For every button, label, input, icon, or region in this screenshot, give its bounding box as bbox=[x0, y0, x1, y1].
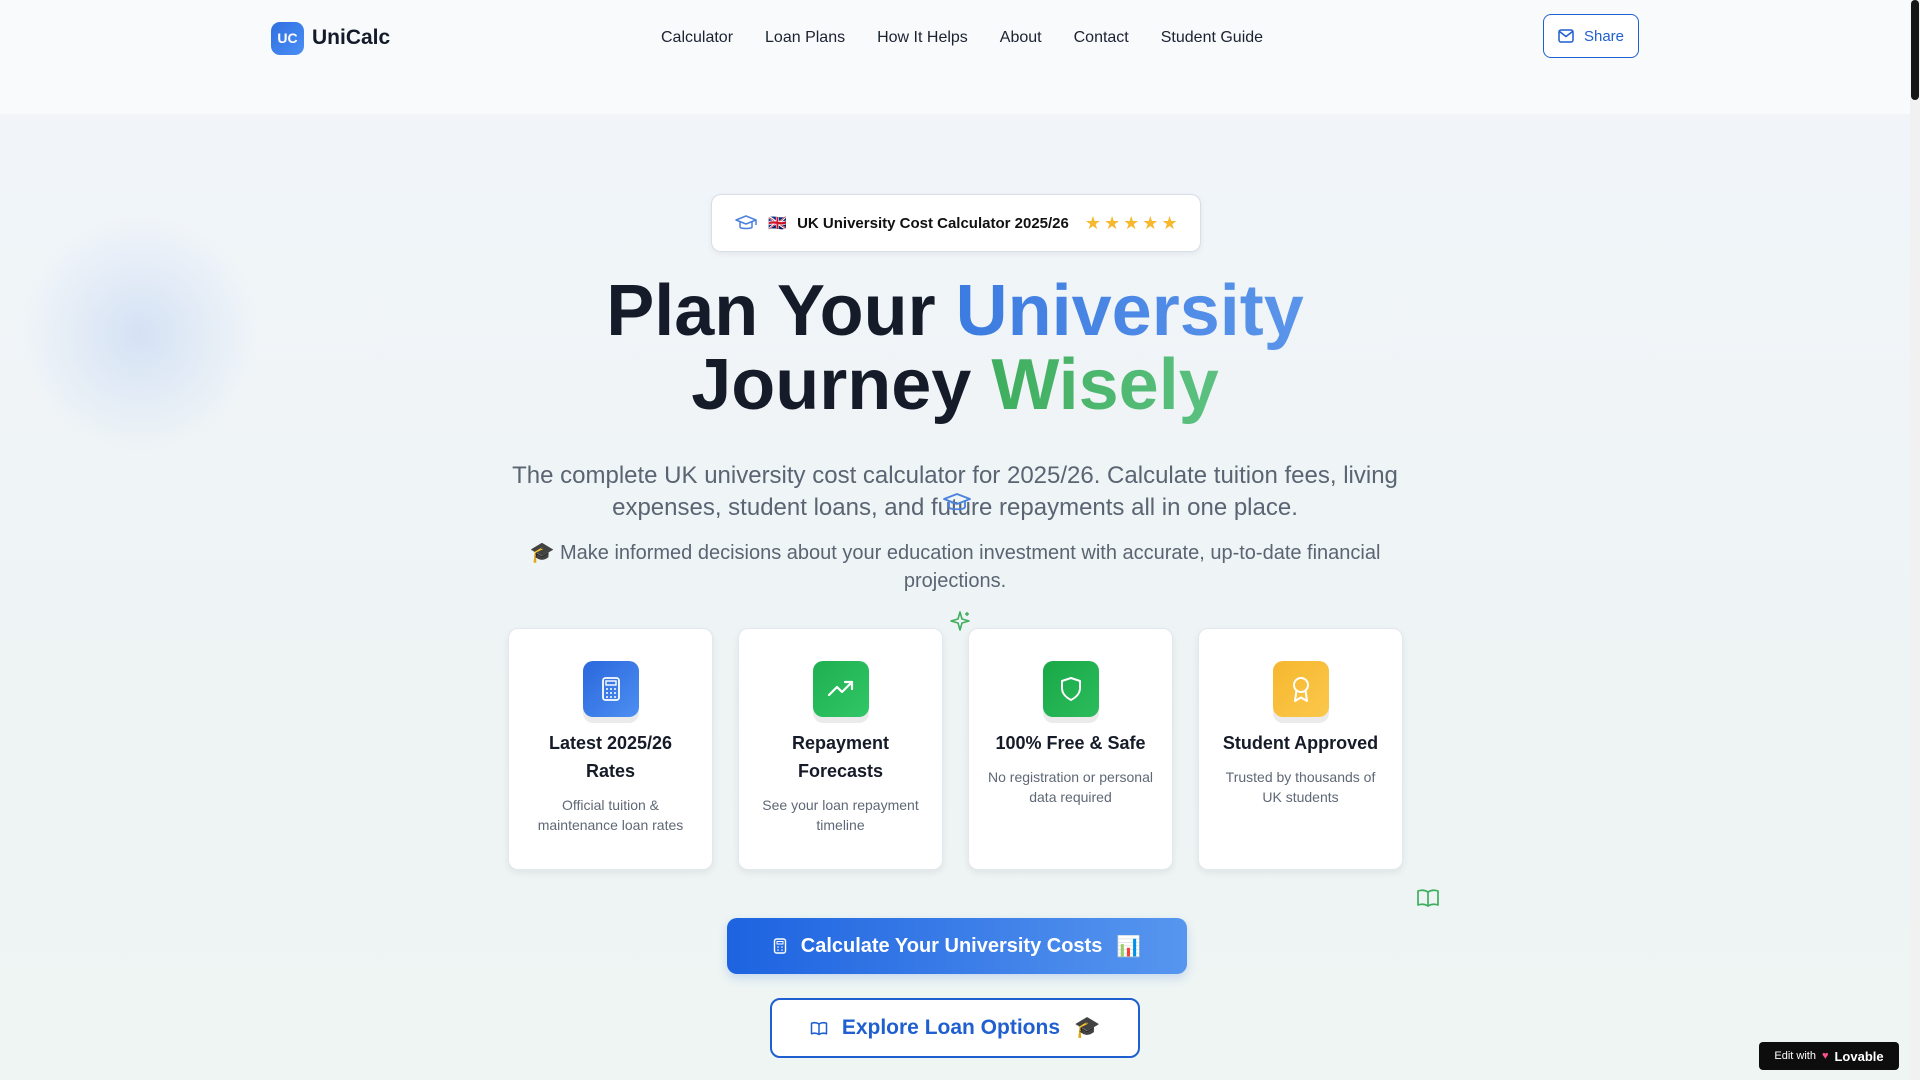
card-title: Latest 2025/26 Rates bbox=[548, 733, 673, 781]
card-description: Official tuition & maintenance loan rate… bbox=[537, 797, 684, 833]
feature-cards: Latest 2025/26 Rates Official tuition & … bbox=[508, 628, 1403, 870]
star-icon: ★ bbox=[1142, 213, 1159, 233]
feature-card-free-safe: 100% Free & Safe No registration or pers… bbox=[968, 628, 1173, 870]
explore-loan-options-label: Explore Loan Options bbox=[841, 1016, 1061, 1039]
page-title: Plan Your University Journey Wisely bbox=[460, 274, 1450, 422]
nav-about[interactable]: About bbox=[1000, 29, 1042, 47]
graduation-cap-icon bbox=[735, 215, 758, 230]
headline-highlight-wisely: Wisely bbox=[991, 345, 1219, 425]
edit-with-lovable-badge[interactable]: Edit with ♥ Lovable bbox=[1759, 1042, 1899, 1070]
graduation-cap-emoji-icon: 🎓 bbox=[1074, 1016, 1101, 1039]
hero-section: 🇬🇧 UK University Cost Calculator 2025/26… bbox=[0, 114, 1910, 1080]
nav-how-it-helps[interactable]: How It Helps bbox=[877, 29, 968, 47]
calculator-icon bbox=[582, 661, 639, 717]
hero-pill-badge: 🇬🇧 UK University Cost Calculator 2025/26… bbox=[711, 194, 1201, 252]
trending-up-icon bbox=[812, 661, 869, 717]
open-book-icon bbox=[1417, 889, 1439, 907]
feature-card-forecasts: Repayment Forecasts See your loan repaym… bbox=[738, 628, 943, 870]
badge-brand: Lovable bbox=[1834, 1048, 1884, 1064]
background-blob bbox=[20, 214, 260, 454]
shield-icon bbox=[1042, 661, 1099, 717]
star-icon: ★ bbox=[1161, 213, 1178, 233]
nav-loan-plans[interactable]: Loan Plans bbox=[765, 29, 845, 47]
mail-icon bbox=[1558, 29, 1574, 43]
top-navigation-bar: UC UniCalc Calculator Loan Plans How It … bbox=[0, 0, 1910, 114]
star-icon: ★ bbox=[1104, 213, 1121, 233]
calculator-icon bbox=[773, 938, 786, 954]
scrollbar[interactable] bbox=[1910, 0, 1920, 1080]
open-book-icon bbox=[810, 1021, 828, 1035]
feature-card-approved: Student Approved Trusted by thousands of… bbox=[1198, 628, 1403, 870]
card-description: No registration or personal data require… bbox=[988, 769, 1153, 805]
star-rating: ★ ★ ★ ★ ★ bbox=[1085, 214, 1178, 232]
star-icon: ★ bbox=[1084, 213, 1102, 233]
logo-text: UniCalc bbox=[312, 26, 391, 49]
badge-prefix: Edit with bbox=[1774, 1050, 1816, 1062]
chart-emoji-icon: 📊 bbox=[1116, 935, 1142, 958]
nav-calculator[interactable]: Calculator bbox=[661, 29, 733, 47]
main-nav: Calculator Loan Plans How It Helps About… bbox=[661, 14, 1263, 62]
explore-loan-options-button[interactable]: Explore Loan Options 🎓 bbox=[770, 998, 1140, 1058]
hero-subtitle-secondary: 🎓 Make informed decisions about your edu… bbox=[529, 542, 1381, 592]
headline-part-2: Journey bbox=[691, 345, 992, 425]
card-title: Student Approved bbox=[1222, 733, 1379, 753]
logo-badge: UC bbox=[271, 21, 304, 55]
card-description: Trusted by thousands of UK students bbox=[1225, 769, 1376, 805]
share-label: Share bbox=[1583, 27, 1625, 45]
nav-contact[interactable]: Contact bbox=[1074, 29, 1129, 47]
logo[interactable]: UC UniCalc bbox=[271, 21, 391, 55]
nav-student-guide[interactable]: Student Guide bbox=[1161, 29, 1263, 47]
flag-emoji: 🇬🇧 bbox=[768, 215, 788, 232]
floating-graduation-cap-icon bbox=[943, 493, 971, 511]
scrollbar-thumb[interactable] bbox=[1911, 0, 1919, 100]
pill-text: UK University Cost Calculator 2025/26 bbox=[797, 214, 1069, 232]
award-icon bbox=[1272, 661, 1329, 717]
star-icon: ★ bbox=[1123, 213, 1140, 233]
headline-highlight-university: University bbox=[955, 271, 1304, 351]
lovable-heart-icon: ♥ bbox=[1821, 1050, 1829, 1062]
card-title: Repayment Forecasts bbox=[791, 733, 890, 781]
headline-part-1: Plan Your bbox=[606, 271, 956, 351]
calculate-costs-button[interactable]: Calculate Your University Costs 📊 bbox=[727, 918, 1187, 974]
card-title: 100% Free & Safe bbox=[995, 733, 1146, 753]
share-button[interactable]: Share bbox=[1543, 14, 1639, 58]
card-description: See your loan repayment timeline bbox=[762, 797, 919, 833]
calculate-costs-label: Calculate Your University Costs bbox=[800, 934, 1103, 957]
top-bar-inner: UC UniCalc Calculator Loan Plans How It … bbox=[271, 14, 1639, 62]
feature-card-rates: Latest 2025/26 Rates Official tuition & … bbox=[508, 628, 713, 870]
